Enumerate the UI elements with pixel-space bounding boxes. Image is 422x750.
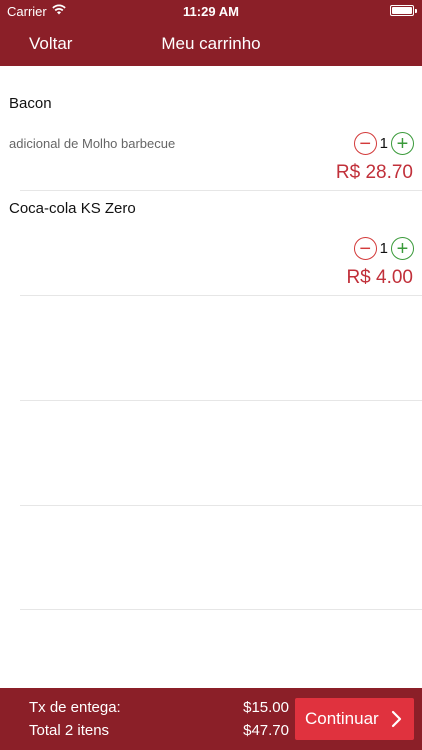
screen: Carrier 11:29 AM Voltar Meu carrinho Bac… [0, 0, 422, 750]
item-quantity: 1 [379, 135, 388, 152]
status-bar: Carrier 11:29 AM [0, 0, 422, 22]
plus-icon[interactable]: + [391, 132, 414, 155]
battery-icon [390, 5, 417, 16]
continue-label: Continuar [305, 709, 379, 728]
quantity-stepper: − 1 + [353, 132, 414, 155]
checkout-bar: Tx de entega: Total 2 itens $15.00 $47.7… [0, 688, 422, 750]
item-quantity: 1 [379, 240, 388, 257]
status-time: 11:29 AM [183, 4, 239, 19]
continue-button[interactable]: Continuar [295, 698, 414, 740]
plus-icon[interactable]: + [391, 237, 414, 260]
quantity-stepper: − 1 + [353, 237, 414, 260]
item-note: adicional de Molho barbecue [9, 136, 176, 151]
item-name: Coca-cola KS Zero [9, 200, 136, 217]
minus-icon[interactable]: − [353, 237, 377, 260]
navigation-bar: Voltar Meu carrinho [0, 22, 422, 66]
cart-item-coca-cola: Coca-cola KS Zero − 1 + R$ 4.00 [0, 171, 422, 288]
cart-item-bacon: Bacon adicional de Molho barbecue − 1 + … [0, 66, 422, 183]
delivery-fee-value: $15.00 [243, 699, 289, 716]
delivery-fee-label: Tx de entega: [29, 699, 121, 716]
row-divider [20, 400, 422, 401]
total-label: Total 2 itens [29, 722, 110, 739]
item-name: Bacon [9, 95, 52, 112]
row-divider [20, 295, 422, 296]
minus-icon[interactable]: − [353, 132, 377, 155]
top-bar: Carrier 11:29 AM Voltar Meu carrinho [0, 0, 422, 66]
row-divider [20, 505, 422, 506]
chevron-right-icon [391, 710, 402, 728]
row-divider [20, 609, 422, 610]
page-title: Meu carrinho [161, 34, 261, 53]
total-value: $47.70 [243, 722, 289, 739]
item-price: R$ 4.00 [346, 267, 413, 288]
